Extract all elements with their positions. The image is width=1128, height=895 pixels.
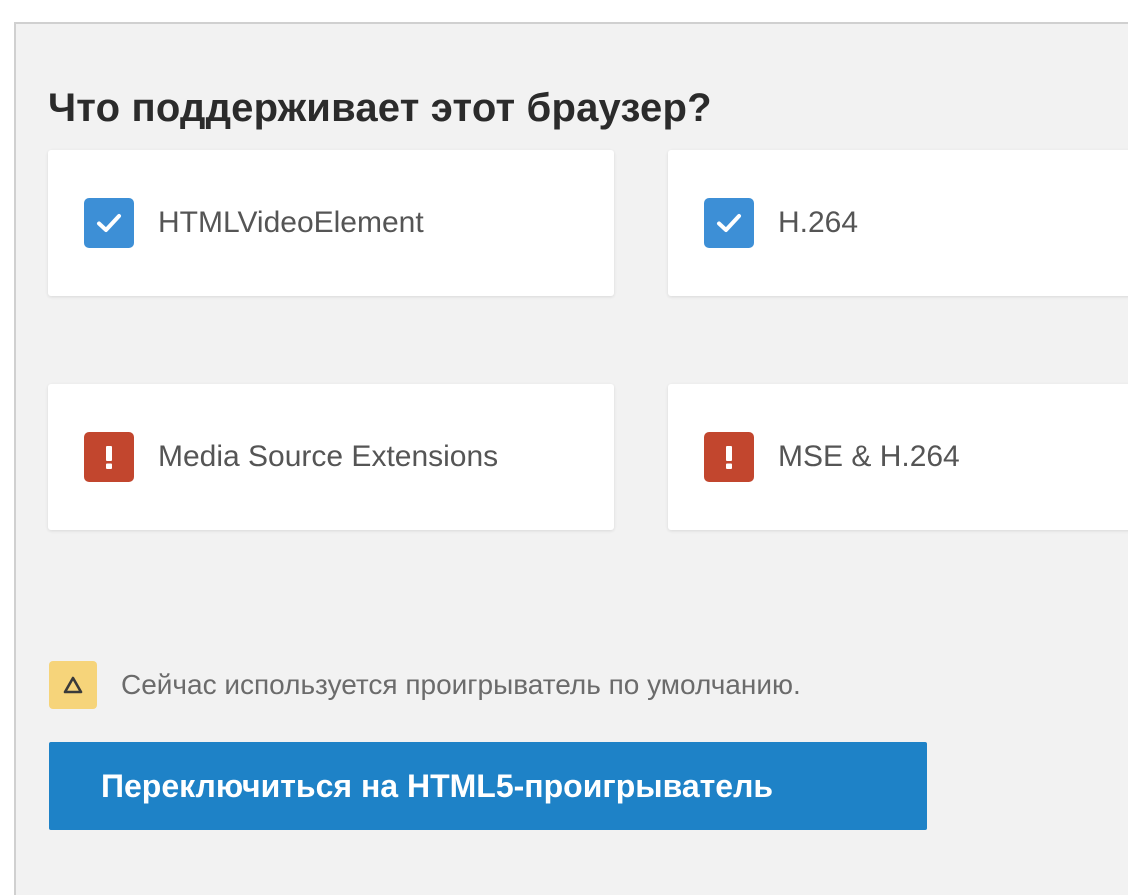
error-exclamation-icon [84, 432, 134, 482]
checkbox-checked-icon [704, 198, 754, 248]
notice-text: Сейчас используется проигрыватель по умо… [121, 669, 801, 700]
feature-label: H.264 [778, 206, 859, 239]
feature-card-media-source-extensions: Media Source Extensions [48, 384, 614, 530]
support-panel: Что поддерживает этот браузер? HTMLVideo… [14, 22, 1128, 895]
feature-card-h264: H.264 [668, 150, 1128, 296]
player-notice: Сейчас используется проигрыватель по умо… [49, 661, 801, 709]
page-title: Что поддерживает этот браузер? [48, 86, 712, 130]
warning-triangle-icon [49, 661, 97, 709]
error-exclamation-icon [704, 432, 754, 482]
feature-card-mse-h264: MSE & H.264 [668, 384, 1128, 530]
checkbox-checked-icon [84, 198, 134, 248]
feature-card-htmlvideoelement: HTMLVideoElement [48, 150, 614, 296]
switch-to-html5-button[interactable]: Переключиться на HTML5-проигрыватель [49, 742, 927, 830]
feature-label: MSE & H.264 [778, 440, 960, 473]
feature-label: HTMLVideoElement [158, 206, 424, 239]
feature-label: Media Source Extensions [158, 440, 499, 473]
